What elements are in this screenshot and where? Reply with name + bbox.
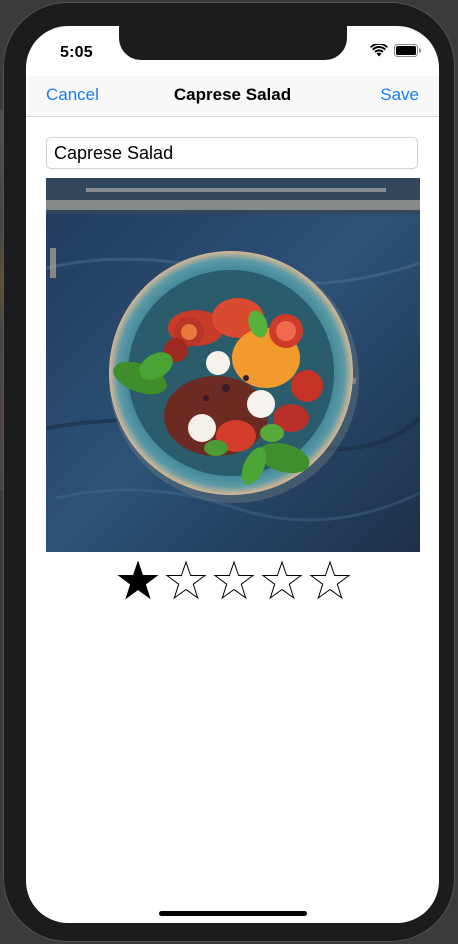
home-indicator[interactable] <box>159 911 307 916</box>
salad-photo <box>46 178 420 552</box>
star-1-filled-icon[interactable] <box>116 559 160 603</box>
page-title: Caprese Salad <box>173 85 292 104</box>
device-screen: 5:05 Cancel Caprese Salad Save <box>26 26 439 923</box>
star-4-empty-icon[interactable] <box>260 559 304 603</box>
navigation-bar: Cancel Caprese Salad Save <box>26 76 439 117</box>
star-3-empty-icon[interactable] <box>212 559 256 603</box>
save-button[interactable]: Save <box>380 85 419 105</box>
meal-name-field[interactable] <box>46 137 418 169</box>
rating-control <box>116 559 352 603</box>
star-2-empty-icon[interactable] <box>164 559 208 603</box>
status-icons <box>370 44 421 57</box>
star-5-empty-icon[interactable] <box>308 559 352 603</box>
meal-photo[interactable] <box>46 178 420 552</box>
wifi-icon <box>370 44 388 57</box>
device-frame: 5:05 Cancel Caprese Salad Save <box>3 2 455 942</box>
battery-icon <box>394 44 421 57</box>
status-time: 5:05 <box>60 44 93 61</box>
notch <box>119 26 347 60</box>
